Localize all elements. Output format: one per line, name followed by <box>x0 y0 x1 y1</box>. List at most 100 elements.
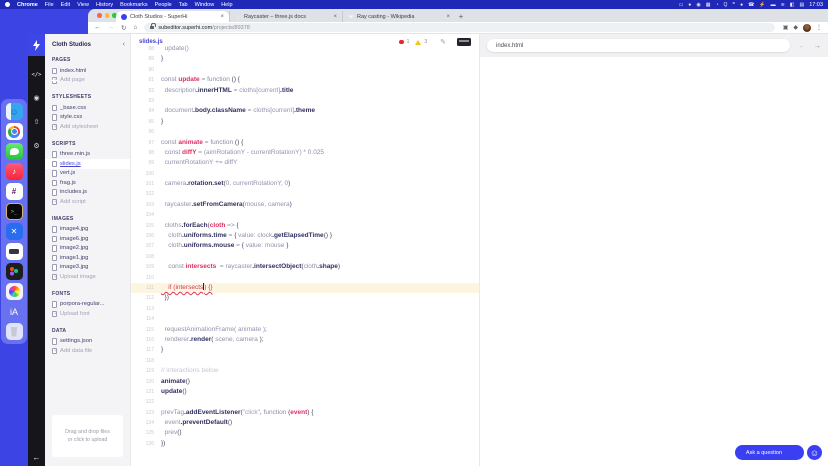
code-line[interactable]: 124 event.preventDefault() <box>131 418 479 428</box>
menu-item-view[interactable]: View <box>77 2 89 8</box>
code-line[interactable]: 103 raycaster.setFromCamera(mouse, camer… <box>131 200 479 210</box>
code-line[interactable]: 94 document.body.className = cloths[curr… <box>131 106 479 116</box>
dock-messages-icon[interactable] <box>6 143 23 160</box>
grid-icon[interactable]: ▦ <box>706 2 711 8</box>
menu-item-people[interactable]: People <box>155 2 172 8</box>
code-line[interactable]: 112 }) <box>131 293 479 303</box>
file-item[interactable]: index.html <box>45 66 130 76</box>
file-item[interactable]: image3.jpg <box>45 263 130 273</box>
chat-icon[interactable]: ❞ <box>732 2 735 8</box>
file-item[interactable]: image2.jpg <box>45 244 130 254</box>
gear-icon[interactable]: ⚙ <box>33 142 39 150</box>
add-file-button[interactable]: Upload font <box>45 309 130 319</box>
keyboard-icon[interactable]: ▤ <box>800 2 805 8</box>
code-line[interactable]: 102 <box>131 189 479 199</box>
code-line[interactable]: 115 requestAnimationFrame( animate ); <box>131 325 479 335</box>
home-button[interactable]: ⌂ <box>133 24 137 31</box>
code-line[interactable]: 100 <box>131 169 479 179</box>
rail-back-arrow[interactable]: ← <box>28 453 45 462</box>
phone-icon[interactable]: ☎ <box>748 2 754 8</box>
preview-forward-icon[interactable]: → <box>814 41 822 50</box>
bookmark-icon[interactable]: ◆ <box>793 24 798 31</box>
file-item[interactable]: vert.js <box>45 169 130 179</box>
file-item[interactable]: image1.jpg <box>45 253 130 263</box>
apple-icon[interactable] <box>5 2 10 7</box>
code-icon[interactable]: </> <box>32 72 42 78</box>
code-line[interactable]: 98 const diffY = (aimRotationY - current… <box>131 148 479 158</box>
close-window-button[interactable] <box>97 13 102 18</box>
clock-app-icon[interactable]: ◔ <box>715 2 718 8</box>
close-tab-icon[interactable]: × <box>446 14 450 20</box>
browser-tab[interactable]: △Raycaster – three.js docs× <box>229 11 342 22</box>
close-tab-icon[interactable]: × <box>220 14 224 20</box>
code-line[interactable]: 125 prev() <box>131 428 479 438</box>
code-line[interactable]: 117} <box>131 345 479 355</box>
menu-item-file[interactable]: File <box>45 2 54 8</box>
add-file-button[interactable]: Add script <box>45 197 130 207</box>
dock-xcode-icon[interactable]: ✕ <box>6 223 23 240</box>
dot-icon[interactable]: ● <box>740 2 743 8</box>
add-file-button[interactable]: Add stylesheet <box>45 122 130 132</box>
new-tab-button[interactable]: + <box>455 11 467 22</box>
file-item[interactable]: porpora-regular... <box>45 300 130 310</box>
code-line[interactable]: 101 camera.rotation.set(0, currentRotati… <box>131 179 479 189</box>
code-line[interactable]: 92 description.innerHTML = cloths[curren… <box>131 86 479 96</box>
file-item[interactable]: _base.css <box>45 103 130 113</box>
preview-address-bar[interactable]: index.html <box>487 39 790 52</box>
dock-keyboard-icon[interactable] <box>6 243 23 260</box>
browser-tab[interactable]: WRay casting - Wikipedia× <box>342 11 455 22</box>
dock-terminal-icon[interactable]: >_ <box>6 203 23 220</box>
code-line[interactable]: 121update() <box>131 387 479 397</box>
camera-icon[interactable]: ◉ <box>696 2 700 8</box>
code-line[interactable]: 126}) <box>131 439 479 449</box>
code-line[interactable]: 106 cloth.uniforms.time = { value: clock… <box>131 231 479 241</box>
address-bar[interactable]: subeditor.superhi.com/projects/89378 <box>144 23 774 32</box>
file-item[interactable]: image4.jpg <box>45 225 130 235</box>
code-line[interactable]: 109 const intersects = raycaster.interse… <box>131 262 479 272</box>
code-line[interactable]: 91const update = function () { <box>131 75 479 85</box>
code-line[interactable]: 116 renderer.render( scene, camera ); <box>131 335 479 345</box>
share-icon[interactable]: ⇧ <box>34 118 40 126</box>
avatar[interactable] <box>803 24 811 32</box>
code-line[interactable]: 107 cloth.uniforms.mouse = { value: mous… <box>131 241 479 251</box>
smiley-icon[interactable]: ☺ <box>807 445 822 460</box>
minimize-window-button[interactable] <box>105 13 110 18</box>
code-line[interactable]: 90 <box>131 65 479 75</box>
code-line[interactable]: 123prevTag.addEventListener("click", fun… <box>131 408 479 418</box>
preview-back-icon[interactable]: ← <box>798 41 806 50</box>
menu-item-tab[interactable]: Tab <box>179 2 188 8</box>
browser-tab[interactable]: Cloth Studios - SuperHi× <box>116 11 229 22</box>
code-line[interactable]: 89} <box>131 54 479 64</box>
code-line[interactable]: 114 <box>131 314 479 324</box>
file-item[interactable]: settings.json <box>45 337 130 347</box>
code-line[interactable]: 99 currentRotationY += diffY <box>131 158 479 168</box>
battery-icon[interactable]: ▬ <box>771 2 776 8</box>
bolt-icon[interactable]: ⚡ <box>759 2 765 8</box>
wifi-icon[interactable]: ≋ <box>781 2 785 8</box>
toggle-icon[interactable]: ◧ <box>790 2 795 8</box>
code-line[interactable]: 108 <box>131 252 479 262</box>
reload-button[interactable]: ↻ <box>121 24 126 32</box>
extension-icon[interactable]: ▣ <box>783 24 789 31</box>
file-item[interactable]: includes.js <box>45 188 130 198</box>
code-line[interactable]: 96 <box>131 127 479 137</box>
browser-menu-icon[interactable]: ⋮ <box>816 24 822 31</box>
menu-item-help[interactable]: Help <box>221 2 232 8</box>
file-item[interactable]: image6.jpg <box>45 234 130 244</box>
collapse-panel-icon[interactable]: ‹ <box>123 41 125 48</box>
code-editor[interactable]: 88 update()89}9091const update = functio… <box>131 50 479 466</box>
add-file-button[interactable]: Add data file <box>45 346 130 356</box>
code-line[interactable]: 88 update() <box>131 44 479 54</box>
add-file-button[interactable]: Add page <box>45 76 130 86</box>
add-file-button[interactable]: Upload image <box>45 272 130 282</box>
code-line[interactable]: 95} <box>131 117 479 127</box>
code-line[interactable]: 122 <box>131 397 479 407</box>
eye-icon[interactable]: ◉ <box>33 94 39 102</box>
close-tab-icon[interactable]: × <box>333 14 337 20</box>
forward-button[interactable]: → <box>108 24 115 31</box>
file-item[interactable]: style.css <box>45 113 130 123</box>
code-line[interactable]: 104 <box>131 210 479 220</box>
upload-dropzone[interactable]: Drag and drop files or click to upload <box>52 415 123 457</box>
code-line[interactable]: 110 <box>131 273 479 283</box>
dock-finder-icon[interactable]: ☺ <box>6 103 23 120</box>
